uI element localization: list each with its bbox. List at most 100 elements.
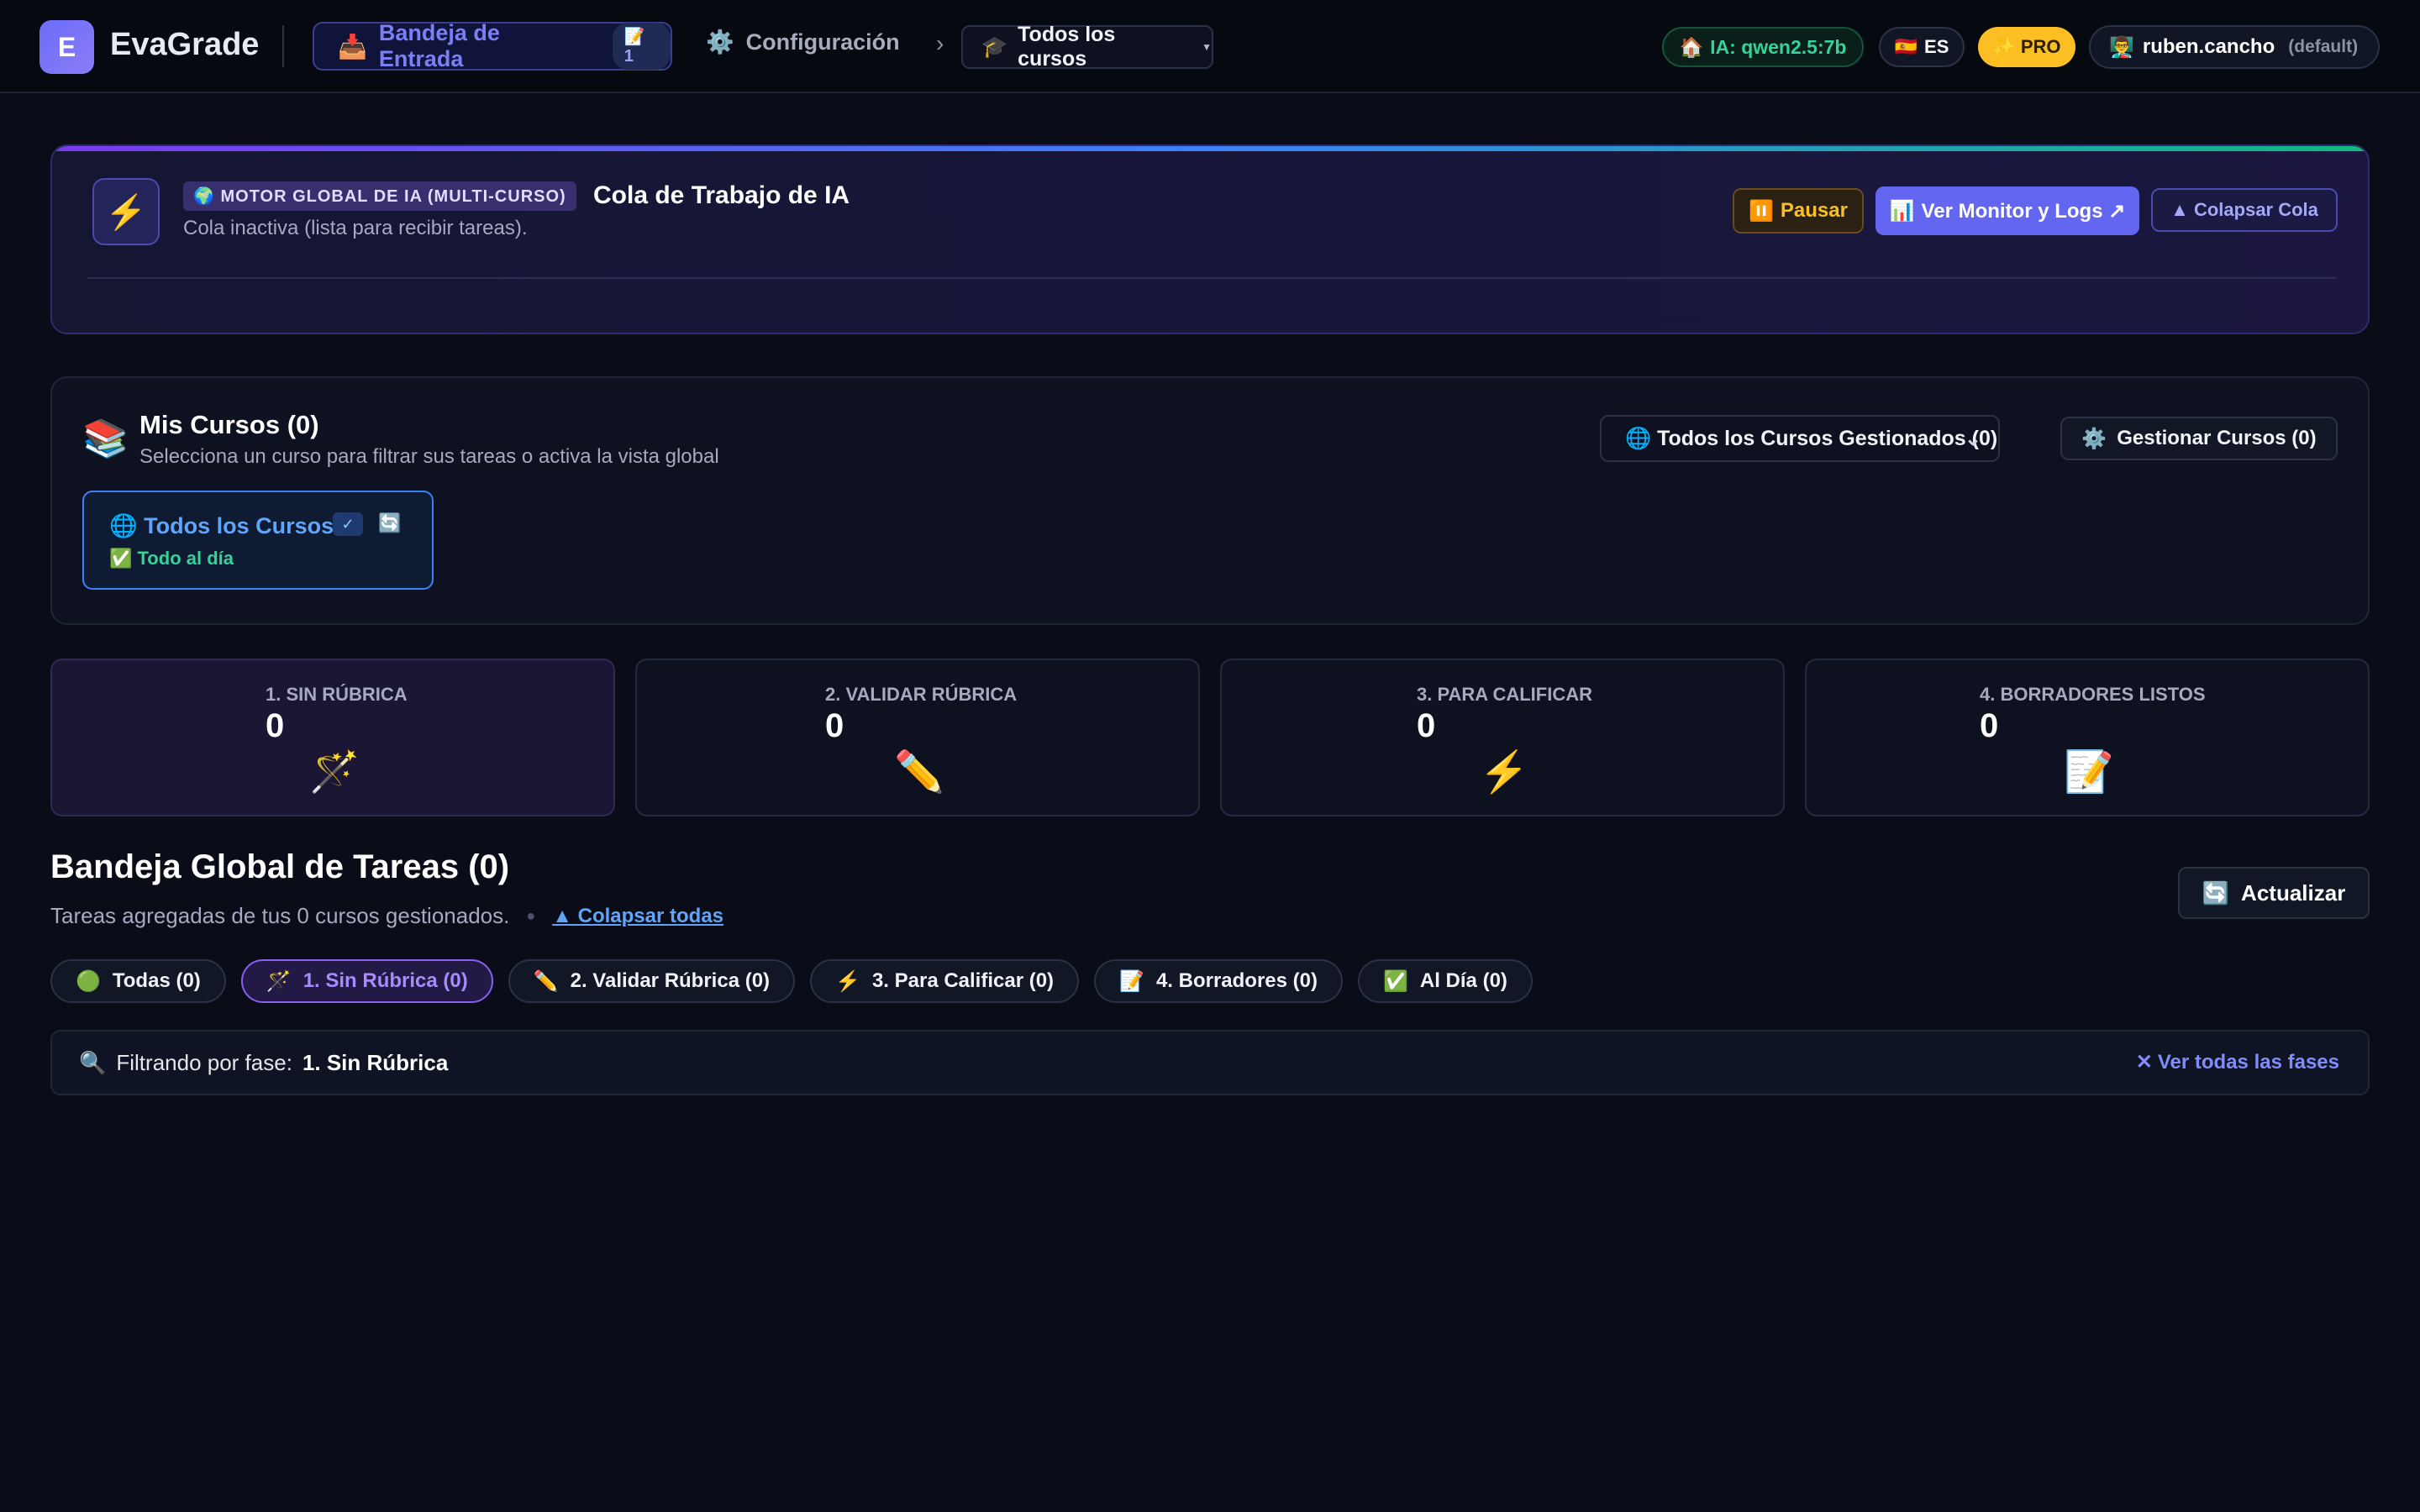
separator-dot: ●	[526, 907, 536, 924]
active-phase-label: 1. Sin Rúbrica	[302, 1049, 449, 1075]
monitor-label: Ver Monitor y Logs ↗	[1921, 199, 2126, 223]
filter-chip-no-rubric[interactable]: 🪄 1. Sin Rúbrica (0)	[240, 959, 493, 1003]
config-nav-label: Configuración	[745, 29, 900, 55]
active-filter-bar: 🔍 Filtrando por fase: 1. Sin Rúbrica ✕ V…	[50, 1030, 2370, 1095]
inbox-count-badge: 📝 1	[612, 23, 671, 70]
app-name[interactable]: EvaGrade	[110, 27, 259, 63]
queue-status-text: Cola inactiva (lista para recibir tareas…	[183, 217, 528, 239]
check-icon: ✓	[333, 512, 363, 536]
filter-chip-validate-rubric[interactable]: ✏️ 2. Validar Rúbrica (0)	[508, 959, 796, 1003]
queue-divider	[87, 277, 2336, 279]
magic-wand-icon: 🪄	[266, 969, 292, 993]
filter-chip-label: 4. Borradores (0)	[1155, 969, 1318, 992]
stat-card-no-rubric[interactable]: 1. SIN RÚBRICA 0 🪄	[50, 659, 615, 816]
refresh-label: Actualizar	[2241, 879, 2346, 906]
lightning-icon: ⚡	[1479, 750, 1529, 795]
filter-chip-label: 3. Para Calificar (0)	[871, 969, 1055, 992]
user-menu[interactable]: 👨‍🏫 ruben.cancho (default)	[2089, 25, 2380, 69]
filter-chip-label: 2. Validar Rúbrica (0)	[570, 969, 771, 992]
lightning-icon: ⚡	[92, 178, 160, 245]
graduation-cap-icon: 🎓	[981, 34, 1008, 59]
filter-chip-label: 1. Sin Rúbrica (0)	[302, 969, 468, 992]
memo-icon: 📝	[2064, 750, 2114, 795]
course-dropdown[interactable]: 🎓 Todos los cursos ▼	[961, 23, 1213, 71]
managed-courses-label: 🌐 Todos los Cursos Gestionados (0)	[1625, 426, 1998, 450]
breadcrumb-chevron-icon: ›	[936, 30, 944, 56]
stat-value: 0	[1417, 707, 1436, 744]
close-icon: ✕	[2135, 1051, 2153, 1074]
language-selector[interactable]: 🇪🇸 ES	[1879, 27, 1965, 67]
top-navigation-bar: E EvaGrade 📥 Bandeja de Entrada 📝 1 ⚙️ C…	[0, 0, 2420, 93]
stat-card-drafts-ready[interactable]: 4. BORRADORES LISTOS 0 📝	[1805, 659, 2370, 816]
global-engine-badge: 🌍 MOTOR GLOBAL DE IA (MULTI-CURSO)	[183, 181, 576, 211]
ai-model-label: IA: qwen2.5:7b	[1710, 35, 1847, 58]
global-inbox-subtitle-row: Tareas agregadas de tus 0 cursos gestion…	[50, 903, 723, 929]
inbox-nav-label: Bandeja de Entrada	[378, 20, 500, 71]
magic-wand-icon: 🪄	[309, 750, 360, 795]
language-label: ES	[1924, 36, 1949, 57]
course-card-status: ✅ Todo al día	[109, 548, 234, 569]
spain-flag-icon: 🇪🇸	[1894, 36, 1918, 57]
pause-icon: ⏸️	[1749, 199, 1774, 223]
sparkle-icon: ✨	[1992, 36, 2016, 57]
header-divider	[282, 25, 284, 67]
my-courses-panel: 📚 Mis Cursos (0) Selecciona un curso par…	[50, 376, 2370, 625]
manage-courses-label: Gestionar Cursos (0)	[2117, 427, 2317, 449]
filter-chip-to-grade[interactable]: ⚡ 3. Para Calificar (0)	[810, 959, 1080, 1003]
check-mark-icon: ✅	[1383, 969, 1408, 993]
teacher-avatar-icon: 👨‍🏫	[2109, 35, 2134, 59]
stat-label: 2. VALIDAR RÚBRICA	[825, 684, 1018, 705]
user-profile-tag: (default)	[2288, 37, 2359, 56]
pause-label: Pausar	[1780, 199, 1848, 222]
stat-label: 1. SIN RÚBRICA	[266, 684, 408, 705]
bar-chart-icon: 📊	[1889, 199, 1915, 223]
course-card-name: 🌐 Todos los Cursos	[109, 513, 334, 538]
stat-card-validate-rubric[interactable]: 2. VALIDAR RÚBRICA 0 ✏️	[635, 659, 1200, 816]
lightning-icon: ⚡	[835, 969, 860, 993]
pencil-icon: ✏️	[894, 750, 944, 795]
stat-card-to-grade[interactable]: 3. PARA CALIFICAR 0 ⚡	[1220, 659, 1785, 816]
filter-chip-up-to-date[interactable]: ✅ Al Día (0)	[1358, 959, 1533, 1003]
view-monitor-logs-button[interactable]: 📊 Ver Monitor y Logs ↗	[1876, 186, 2139, 235]
filter-chip-drafts[interactable]: 📝 4. Borradores (0)	[1094, 959, 1343, 1003]
stat-value: 0	[825, 707, 844, 744]
filter-prefix: Filtrando por fase:	[116, 1049, 292, 1075]
collapse-queue-button[interactable]: ▲ Colapsar Cola	[2151, 188, 2338, 232]
ai-model-status[interactable]: 🏠 IA: qwen2.5:7b	[1662, 27, 1864, 67]
manage-courses-button[interactable]: ⚙️ Gestionar Cursos (0)	[2060, 417, 2338, 460]
inbox-nav-button[interactable]: 📥 Bandeja de Entrada 📝 1	[313, 20, 672, 71]
queue-title: Cola de Trabajo de IA	[593, 181, 850, 209]
refresh-button[interactable]: 🔄 Actualizar	[2178, 867, 2370, 919]
stat-label: 4. BORRADORES LISTOS	[1980, 684, 2206, 705]
courses-subtitle: Selecciona un curso para filtrar sus tar…	[139, 445, 719, 468]
app-logo[interactable]: E	[39, 20, 94, 74]
managed-courses-select[interactable]: 🌐 Todos los Cursos Gestionados (0) ⌄	[1600, 415, 2000, 462]
stat-value: 0	[266, 707, 285, 744]
stat-label: 3. PARA CALIFICAR	[1417, 684, 1592, 705]
course-dropdown-label: Todos los cursos	[1018, 23, 1116, 71]
view-all-phases-label: Ver todas las fases	[2157, 1050, 2339, 1074]
pro-plan-label: PRO	[2020, 36, 2061, 57]
config-nav-button[interactable]: ⚙️ Configuración	[706, 29, 900, 55]
global-inbox-subtitle: Tareas agregadas de tus 0 cursos gestion…	[50, 903, 510, 928]
filter-chip-all[interactable]: 🟢 Todas (0)	[50, 959, 226, 1003]
view-all-phases-button[interactable]: ✕ Ver todas las fases	[2136, 1050, 2339, 1074]
search-icon: 🔍	[79, 1049, 107, 1075]
collapse-queue-label: ▲ Colapsar Cola	[2170, 199, 2318, 220]
sync-icon[interactable]: 🔄	[378, 512, 401, 534]
pause-queue-button[interactable]: ⏸️ Pausar	[1733, 188, 1864, 234]
memo-icon: 📝	[1119, 969, 1144, 993]
books-icon: 📚	[82, 418, 129, 459]
phase-filter-chips: 🟢 Todas (0) 🪄 1. Sin Rúbrica (0) ✏️ 2. V…	[50, 959, 1533, 1003]
pencil-icon: ✏️	[533, 969, 559, 993]
queue-gradient-accent	[52, 146, 2368, 151]
pro-plan-badge[interactable]: ✨ PRO	[1978, 27, 2075, 67]
filter-chip-label: Al Día (0)	[1419, 969, 1507, 992]
course-card-all[interactable]: 🌐 Todos los Cursos ✓ 🔄 ✅ Todo al día	[82, 491, 434, 590]
inbox-tray-icon: 📥	[338, 33, 367, 60]
caret-down-icon: ▼	[1202, 41, 1212, 53]
stat-value: 0	[1980, 707, 1999, 744]
filter-chip-label: Todas (0)	[112, 969, 201, 992]
collapse-all-link[interactable]: ▲ Colapsar todas	[552, 905, 723, 928]
refresh-icon: 🔄	[2202, 879, 2230, 906]
